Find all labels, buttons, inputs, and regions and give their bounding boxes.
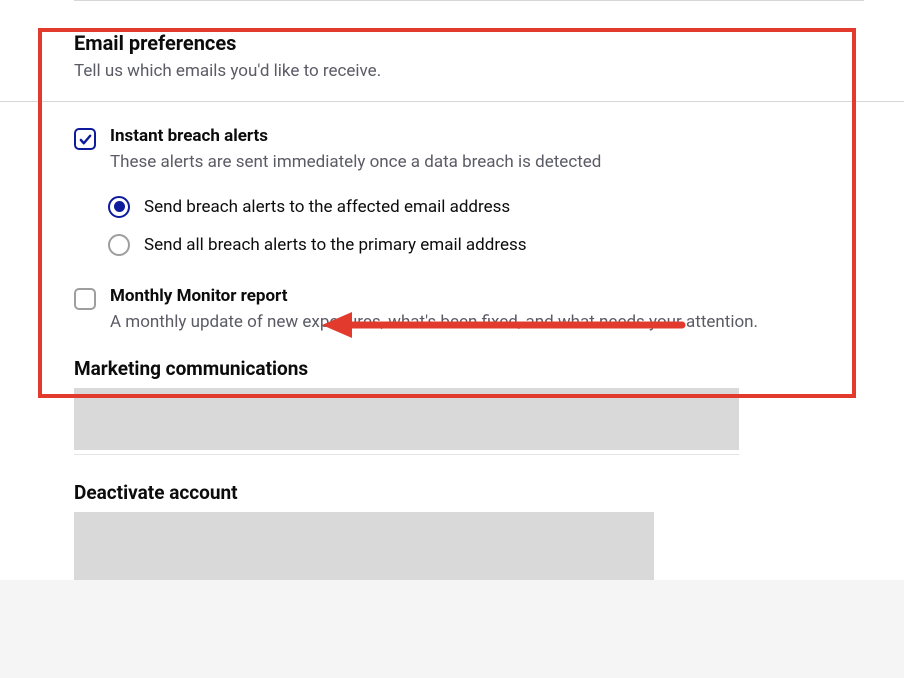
marketing-title: Marketing communications [74, 357, 830, 380]
instant-alerts-checkbox[interactable] [74, 128, 96, 150]
marketing-section: Marketing communications [0, 357, 904, 455]
radio-primary-label: Send all breach alerts to the primary em… [144, 235, 527, 255]
section-divider [0, 101, 904, 102]
deactivate-section: Deactivate account [0, 481, 904, 580]
email-preferences-title: Email preferences [74, 31, 830, 55]
monthly-report-title: Monthly Monitor report [110, 286, 830, 306]
email-preferences-subtitle: Tell us which emails you'd like to recei… [74, 61, 830, 81]
radio-affected-email[interactable]: Send breach alerts to the affected email… [108, 196, 830, 218]
radio-selected-icon [108, 196, 130, 218]
monthly-report-checkbox[interactable] [74, 288, 96, 310]
monthly-report-desc: A monthly update of new exposures, what'… [110, 310, 830, 336]
monthly-report-option: Monthly Monitor report A monthly update … [74, 286, 830, 336]
marketing-divider [74, 454, 739, 455]
instant-alerts-desc: These alerts are sent immediately once a… [110, 150, 830, 176]
check-icon [78, 132, 93, 147]
radio-primary-email[interactable]: Send all breach alerts to the primary em… [108, 234, 830, 256]
deactivate-placeholder-block [74, 512, 654, 580]
breach-alert-radio-group: Send breach alerts to the affected email… [108, 196, 830, 256]
radio-affected-label: Send breach alerts to the affected email… [144, 197, 510, 217]
marketing-placeholder-block [74, 388, 739, 450]
email-preferences-section: Email preferences Tell us which emails y… [0, 31, 904, 81]
radio-unselected-icon [108, 234, 130, 256]
instant-alerts-title: Instant breach alerts [110, 126, 830, 146]
instant-alerts-option: Instant breach alerts These alerts are s… [0, 126, 904, 335]
top-divider [74, 0, 864, 1]
deactivate-title: Deactivate account [74, 481, 830, 504]
